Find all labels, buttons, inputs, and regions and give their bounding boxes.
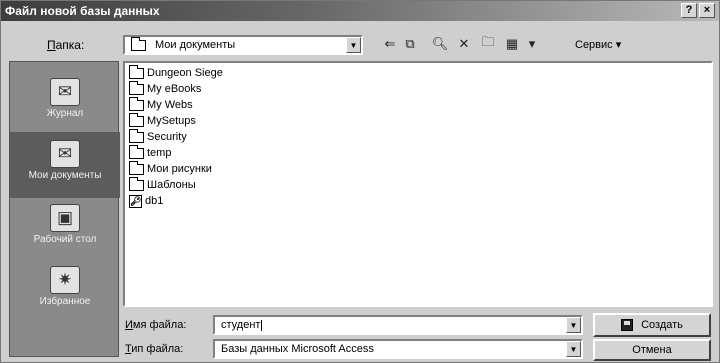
list-item[interactable]: Шаблоны bbox=[129, 176, 196, 193]
back-arrow-icon[interactable]: ⇐ bbox=[381, 36, 399, 52]
close-button[interactable]: × bbox=[699, 3, 715, 18]
filetype-value: Базы данных Microsoft Access bbox=[221, 343, 374, 355]
folder-icon bbox=[129, 144, 144, 159]
folder-icon bbox=[131, 36, 146, 51]
new-folder-icon[interactable]: 🗀︎ bbox=[479, 34, 497, 52]
new-database-dialog: Файл новой базы данных ? × Папка: Мои до… bbox=[0, 0, 720, 363]
folder-icon bbox=[129, 176, 144, 191]
folder-icon bbox=[129, 128, 144, 143]
filetype-dropdown[interactable]: Базы данных Microsoft Access ▼ bbox=[213, 339, 583, 359]
place-label: Рабочий стол bbox=[33, 234, 97, 245]
folder-icon bbox=[129, 64, 144, 79]
place-label: Избранное bbox=[39, 296, 91, 307]
place-history[interactable]: ✉ Журнал bbox=[10, 70, 120, 136]
place-label: Мои документы bbox=[28, 170, 102, 181]
search-web-icon[interactable]: 🔍︎ bbox=[431, 36, 449, 52]
toolbar: Папка: Мои документы ▼ ⇐ ⧉ 🔍︎ ✕ 🗀︎ ▦ ▾ С… bbox=[1, 27, 719, 55]
list-item[interactable]: My eBooks bbox=[129, 80, 201, 97]
chevron-down-icon[interactable]: ▼ bbox=[346, 37, 361, 53]
filename-input[interactable]: студент ▼ bbox=[213, 315, 583, 335]
place-my-documents[interactable]: ✉ Мои документы bbox=[10, 132, 120, 198]
pictures-folder-icon bbox=[129, 160, 144, 175]
filename-label: Имя файла: bbox=[125, 319, 187, 331]
text-caret bbox=[261, 319, 263, 331]
my-documents-icon: ✉ bbox=[50, 140, 80, 168]
folder-icon bbox=[129, 112, 144, 127]
look-in-dropdown[interactable]: Мои документы ▼ bbox=[123, 35, 363, 55]
delete-icon[interactable]: ✕ bbox=[455, 36, 473, 52]
history-icon: ✉ bbox=[50, 78, 80, 106]
places-bar: ✉ Журнал ✉ Мои документы ▣ Рабочий стол … bbox=[9, 61, 120, 357]
list-item[interactable]: 🔑︎ db1 bbox=[129, 193, 163, 209]
chevron-down-icon[interactable]: ▼ bbox=[566, 317, 581, 333]
desktop-icon: ▣ bbox=[50, 204, 80, 232]
title-bar: Файл новой базы данных ? × bbox=[1, 1, 719, 21]
tools-menu[interactable]: Сервис ▾ bbox=[575, 38, 621, 51]
up-folder-icon[interactable]: ⧉ bbox=[401, 36, 419, 52]
filename-value: студент bbox=[221, 319, 261, 331]
look-in-label: Папка: bbox=[47, 38, 85, 52]
cancel-button[interactable]: Отмена bbox=[593, 339, 711, 361]
save-icon bbox=[621, 319, 634, 331]
list-item[interactable]: temp bbox=[129, 144, 171, 161]
help-button[interactable]: ? bbox=[681, 3, 697, 18]
list-item[interactable]: Мои рисунки bbox=[129, 160, 212, 177]
window-title: Файл новой базы данных bbox=[5, 4, 160, 18]
filetype-label: Тип файла: bbox=[125, 343, 184, 355]
file-list: Dungeon Siege My eBooks My Webs MySetups… bbox=[123, 61, 713, 307]
list-item[interactable]: MySetups bbox=[129, 112, 196, 129]
folder-icon bbox=[129, 96, 144, 111]
create-button[interactable]: Создать bbox=[593, 313, 711, 337]
list-item[interactable]: Security bbox=[129, 128, 187, 145]
place-favorites[interactable]: ✷ Избранное bbox=[10, 258, 120, 324]
favorites-icon: ✷ bbox=[50, 266, 80, 294]
folder-icon bbox=[129, 80, 144, 95]
place-desktop[interactable]: ▣ Рабочий стол bbox=[10, 196, 120, 262]
look-in-value: Мои документы bbox=[155, 39, 236, 51]
views-chevron-icon[interactable]: ▾ bbox=[523, 36, 541, 52]
list-item[interactable]: My Webs bbox=[129, 96, 193, 113]
chevron-down-icon[interactable]: ▼ bbox=[566, 341, 581, 357]
place-label: Журнал bbox=[46, 108, 84, 119]
list-item[interactable]: Dungeon Siege bbox=[129, 64, 223, 81]
access-database-icon: 🔑︎ bbox=[129, 194, 142, 208]
views-icon[interactable]: ▦ bbox=[503, 36, 521, 52]
